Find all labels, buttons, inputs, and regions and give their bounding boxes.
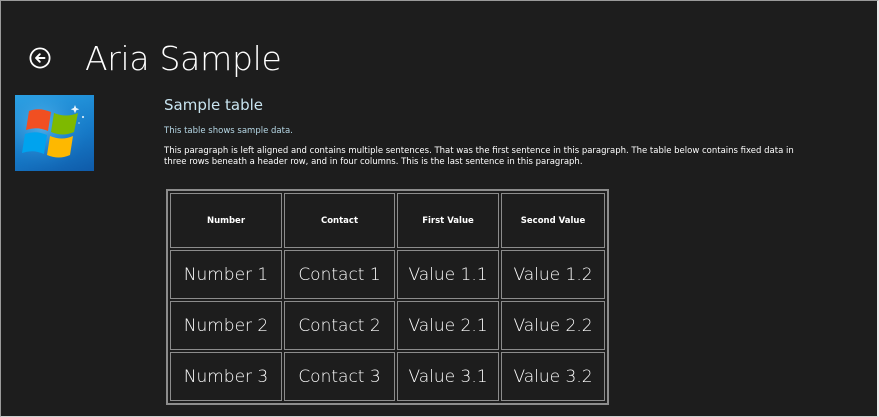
table-cell: Value 3.1 — [397, 352, 499, 401]
content-section: Sample table This table shows sample dat… — [164, 95, 854, 405]
table-cell: Value 2.1 — [397, 301, 499, 350]
app-logo — [15, 95, 94, 171]
table-row: Number 2 Contact 2 Value 2.1 Value 2.2 — [170, 301, 605, 350]
table-cell: Number 1 — [170, 250, 282, 299]
table-cell: Number 2 — [170, 301, 282, 350]
sample-table: Number Contact First Value Second Value … — [166, 189, 609, 405]
back-button[interactable] — [29, 47, 51, 69]
table-description: This table shows sample data. — [164, 126, 293, 136]
table-cell: Value 3.2 — [501, 352, 605, 401]
windows-logo-icon — [15, 95, 94, 171]
column-header-first-value: First Value — [397, 193, 499, 248]
back-arrow-circle-icon — [29, 47, 51, 69]
table-header-row: Number Contact First Value Second Value — [170, 193, 605, 248]
section-heading: Sample table — [164, 96, 264, 114]
table-cell: Value 2.2 — [501, 301, 605, 350]
table-row: Number 1 Contact 1 Value 1.1 Value 1.2 — [170, 250, 605, 299]
table-cell: Contact 3 — [284, 352, 395, 401]
table-cell: Contact 2 — [284, 301, 395, 350]
app-window: Aria Sample Sample table This table show… — [0, 0, 879, 417]
column-header-contact: Contact — [284, 193, 395, 248]
column-header-second-value: Second Value — [501, 193, 605, 248]
table-row: Number 3 Contact 3 Value 3.1 Value 3.2 — [170, 352, 605, 401]
table-cell: Number 3 — [170, 352, 282, 401]
table-cell: Contact 1 — [284, 250, 395, 299]
table-cell: Value 1.1 — [397, 250, 499, 299]
page-title: Aria Sample — [85, 39, 282, 78]
table-cell: Value 1.2 — [501, 250, 605, 299]
body-paragraph: This paragraph is left aligned and conta… — [164, 146, 794, 167]
column-header-number: Number — [170, 193, 282, 248]
